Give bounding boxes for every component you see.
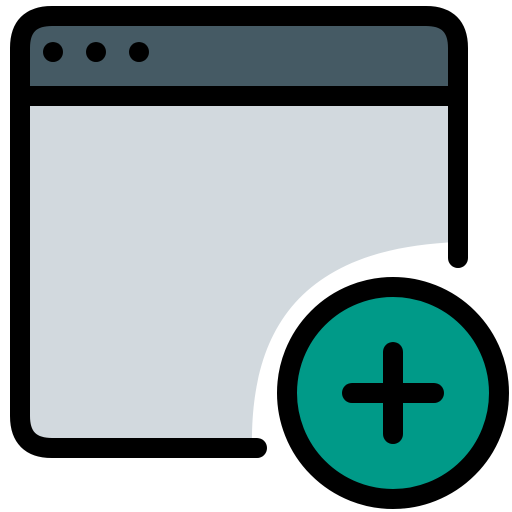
window-control-dots-icon xyxy=(43,42,149,62)
window-dot xyxy=(86,42,106,62)
add-circle-icon xyxy=(277,277,509,509)
new-window-icon xyxy=(10,6,509,509)
window-title-bar xyxy=(20,16,458,98)
new-window-icon-canvas xyxy=(0,0,512,512)
window-dot xyxy=(43,42,63,62)
window-dot xyxy=(129,42,149,62)
